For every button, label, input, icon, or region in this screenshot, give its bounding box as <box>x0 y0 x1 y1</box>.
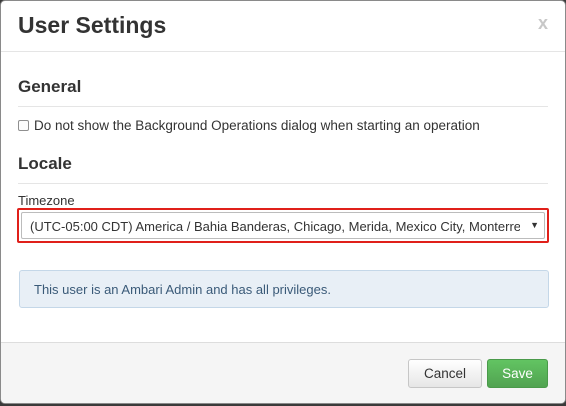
general-section-heading: General <box>18 77 82 96</box>
admin-info-text: This user is an Ambari Admin and has all… <box>34 282 331 297</box>
locale-section-heading: Locale <box>18 154 72 173</box>
timezone-highlight-frame: (UTC-05:00 CDT) America / Bahia Banderas… <box>17 208 549 243</box>
locale-divider <box>18 183 548 184</box>
dialog-header: User Settings x <box>1 1 565 52</box>
timezone-selected-value: (UTC-05:00 CDT) America / Bahia Banderas… <box>30 219 520 234</box>
cancel-button[interactable]: Cancel <box>408 359 482 388</box>
general-divider <box>18 106 548 107</box>
background-ops-checkbox-label[interactable]: Do not show the Background Operations di… <box>34 118 480 133</box>
timezone-label: Timezone <box>18 193 75 208</box>
chevron-down-icon[interactable]: ▼ <box>530 220 539 230</box>
dialog-title: User Settings <box>18 12 167 38</box>
admin-info-alert: This user is an Ambari Admin and has all… <box>19 270 549 308</box>
background-ops-checkbox[interactable] <box>18 119 29 131</box>
close-icon[interactable]: x <box>538 13 548 34</box>
timezone-select[interactable]: (UTC-05:00 CDT) America / Bahia Banderas… <box>21 212 545 239</box>
background-ops-option[interactable]: Do not show the Background Operations di… <box>18 116 480 134</box>
dialog-footer: Cancel Save <box>1 342 565 403</box>
user-settings-dialog: User Settings x General Do not show the … <box>0 0 566 404</box>
save-button[interactable]: Save <box>487 359 548 388</box>
